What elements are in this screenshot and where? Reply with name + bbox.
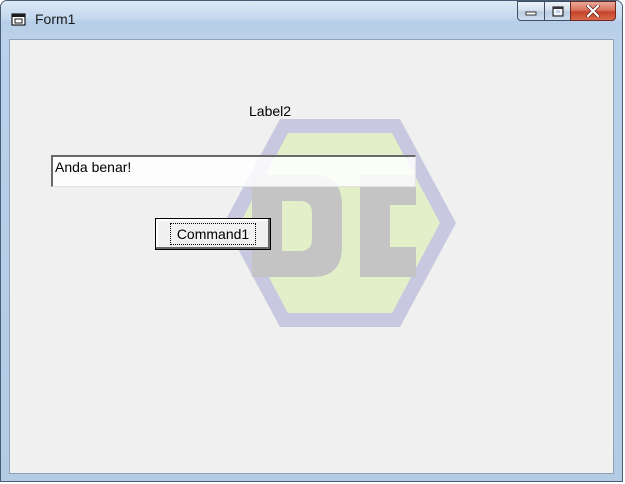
title-bar[interactable]: Form1 (1, 1, 622, 39)
caption-buttons (517, 1, 616, 21)
command1-button[interactable]: Command1 (155, 218, 271, 250)
text1-textbox[interactable]: Anda benar! (51, 155, 416, 187)
minimize-icon (525, 11, 537, 16)
close-button[interactable] (570, 1, 616, 21)
close-icon (586, 5, 600, 17)
form-icon (11, 13, 26, 26)
form1-window: Form1 Label2 Anda benar! Command1 (0, 0, 623, 482)
maximize-button[interactable] (544, 1, 570, 21)
minimize-button[interactable] (517, 1, 544, 21)
command1-label: Command1 (169, 223, 257, 245)
maximize-icon (551, 5, 564, 17)
label2: Label2 (249, 103, 292, 119)
window-title: Form1 (35, 11, 76, 27)
form-client-area: Label2 Anda benar! Command1 (9, 39, 614, 474)
